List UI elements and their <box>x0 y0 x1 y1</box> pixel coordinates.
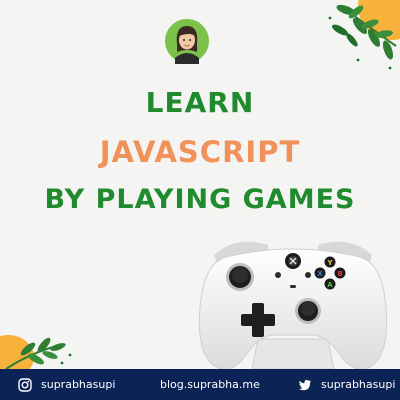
headline-line-1: LEARN <box>145 86 255 119</box>
instagram-icon <box>18 377 32 392</box>
headline-line-2: JAVASCRIPT <box>99 135 301 169</box>
instagram-link[interactable]: suprabhasupi <box>18 369 115 400</box>
footer-bar: suprabhasupi blog.suprabha.me suprabhasu… <box>0 369 400 400</box>
blog-link[interactable]: blog.suprabha.me <box>160 369 260 400</box>
svg-text:B: B <box>337 270 342 278</box>
instagram-handle: suprabhasupi <box>41 378 116 391</box>
twitter-handle: suprabhasupi <box>321 378 396 391</box>
post-canvas: LEARN JAVASCRIPT BY PLAYING GAMES Y X B … <box>0 0 400 400</box>
svg-text:X: X <box>317 270 323 278</box>
svg-text:Y: Y <box>326 259 333 267</box>
svg-text:A: A <box>327 281 333 289</box>
twitter-link[interactable]: suprabhasupi <box>298 369 395 400</box>
profile-avatar <box>165 19 209 64</box>
twitter-icon <box>299 379 311 390</box>
game-controller-image: Y X B A <box>198 241 388 370</box>
blog-url: blog.suprabha.me <box>160 378 260 391</box>
leaf-decoration-top-right <box>328 0 400 70</box>
headline-line-3: BY PLAYING GAMES <box>44 184 356 215</box>
leaf-decoration-bottom-left <box>0 335 72 370</box>
